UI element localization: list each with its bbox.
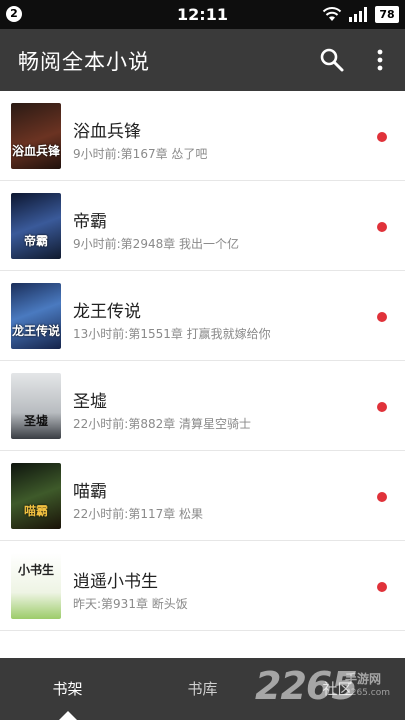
signal-icon — [349, 7, 367, 22]
unread-dot — [377, 312, 387, 322]
unread-dot — [377, 492, 387, 502]
wifi-icon — [322, 7, 342, 21]
book-cover-text: 浴血兵锋 — [11, 144, 60, 158]
search-icon[interactable] — [318, 46, 346, 74]
book-cover: 喵霸 — [11, 463, 61, 529]
book-title: 圣墟 — [73, 392, 107, 412]
book-cover-text: 帝霸 — [23, 234, 48, 248]
book-cover-text: 小书生 — [17, 563, 54, 577]
unread-dot — [377, 222, 387, 232]
book-row[interactable]: 浴血兵锋 浴血兵锋 9小时前:第167章 怂了吧 — [0, 91, 405, 181]
battery-indicator: 78 — [375, 6, 399, 23]
book-row[interactable]: 圣墟 圣墟 22小时前:第882章 清算星空骑士 — [0, 361, 405, 451]
tab-library[interactable]: 书库 — [135, 658, 270, 720]
unread-dot — [377, 132, 387, 142]
book-row[interactable]: 喵霸 喵霸 22小时前:第117章 松果 — [0, 451, 405, 541]
book-cover: 浴血兵锋 — [11, 103, 61, 169]
book-title: 龙王传说 — [73, 302, 141, 322]
book-cover: 小书生 — [11, 553, 61, 619]
book-title: 帝霸 — [73, 212, 107, 232]
watermark-url: 2265.com — [345, 688, 390, 698]
status-bar: 2 12:11 78 — [0, 0, 405, 29]
book-row[interactable]: 龙王传说 龙王传说 13小时前:第1551章 打赢我就嫁给你 — [0, 271, 405, 361]
unread-dot — [377, 402, 387, 412]
book-title: 逍遥小书生 — [73, 572, 158, 592]
watermark-logo: 2265 — [255, 664, 358, 708]
book-latest-chapter: 13小时前:第1551章 打赢我就嫁给你 — [73, 327, 271, 341]
book-cover-text: 龙王传说 — [11, 324, 60, 338]
watermark-text: 手游网 — [345, 672, 382, 686]
book-cover-text: 喵霸 — [23, 504, 48, 518]
book-cover: 圣墟 — [11, 373, 61, 439]
book-title: 喵霸 — [73, 482, 107, 502]
app-bar: 畅阅全本小说 — [0, 29, 405, 91]
book-cover-text: 圣墟 — [23, 414, 48, 428]
book-latest-chapter: 22小时前:第882章 清算星空骑士 — [73, 417, 252, 431]
book-row[interactable]: 小书生 逍遥小书生 昨天:第931章 断头饭 — [0, 541, 405, 631]
bookshelf-list: 浴血兵锋 浴血兵锋 9小时前:第167章 怂了吧 帝霸 帝霸 9小时前:第294… — [0, 91, 405, 658]
book-cover: 帝霸 — [11, 193, 61, 259]
book-cover: 龙王传说 — [11, 283, 61, 349]
book-title: 浴血兵锋 — [73, 122, 141, 142]
book-latest-chapter: 昨天:第931章 断头饭 — [73, 597, 188, 611]
status-time: 12:11 — [177, 5, 228, 24]
more-vert-icon[interactable] — [368, 46, 392, 74]
book-latest-chapter: 22小时前:第117章 松果 — [73, 507, 204, 521]
book-latest-chapter: 9小时前:第167章 怂了吧 — [73, 147, 208, 161]
unread-dot — [377, 582, 387, 592]
active-tab-indicator — [59, 711, 77, 720]
app-title: 畅阅全本小说 — [18, 50, 150, 74]
book-latest-chapter: 9小时前:第2948章 我出一个亿 — [73, 237, 240, 251]
book-row[interactable]: 帝霸 帝霸 9小时前:第2948章 我出一个亿 — [0, 181, 405, 271]
